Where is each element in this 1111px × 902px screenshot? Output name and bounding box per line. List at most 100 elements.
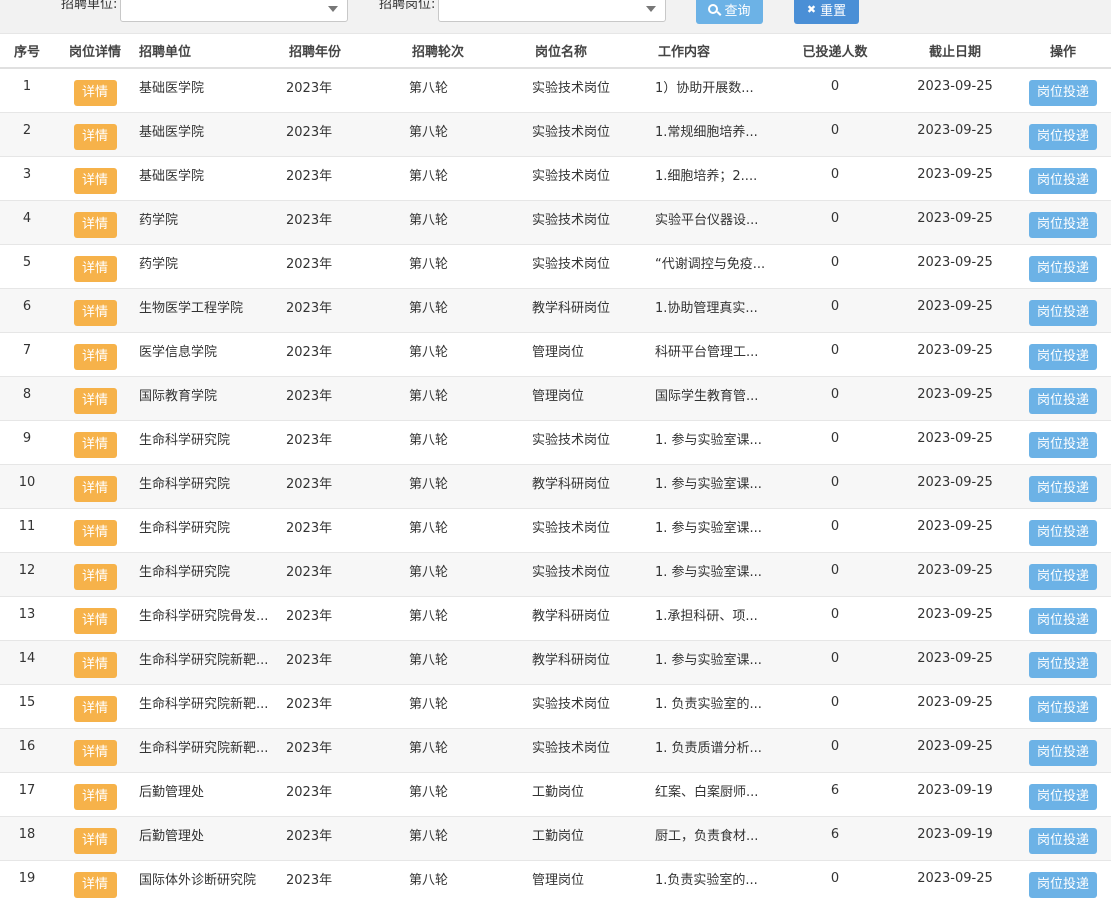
apply-cell: 岗位投递	[1015, 255, 1111, 282]
row-idx: 1	[22, 79, 32, 94]
apply-button[interactable]: 岗位投递	[1029, 475, 1097, 502]
row-idx: 19	[18, 871, 36, 886]
row-count: 0	[830, 123, 840, 138]
detail-button[interactable]: 详情	[73, 79, 117, 106]
apply-button[interactable]: 岗位投递	[1029, 519, 1097, 546]
row-post: 实验技术岗位	[532, 741, 611, 756]
detail-button[interactable]: 详情	[73, 123, 117, 150]
row-content: 1.细胞培养；2....	[655, 169, 758, 184]
row-unit: 生命科学研究院新靶...	[139, 653, 269, 668]
apply-button[interactable]: 岗位投递	[1029, 79, 1097, 106]
apply-button[interactable]: 岗位投递	[1029, 783, 1097, 810]
row-unit: 生命科学研究院	[139, 565, 231, 580]
row-unit: 药学院	[139, 257, 179, 272]
detail-cell: 详情	[54, 387, 136, 414]
row-deadline: 2023-09-25	[917, 563, 993, 578]
detail-button[interactable]: 详情	[73, 783, 117, 810]
detail-button[interactable]: 详情	[73, 519, 117, 546]
post-filter-select[interactable]	[438, 0, 666, 22]
header-idx: 序号	[13, 45, 40, 60]
detail-button[interactable]: 详情	[73, 167, 117, 194]
table-row: 6 详情 生物医学工程学院 2023年 第八轮 教学科研岗位 1.协助管理真实... 0 202…	[0, 289, 1111, 333]
row-content: 1.承担科研、项...	[655, 609, 758, 624]
table-row: 10 详情 生命科学研究院 2023年 第八轮 教学科研岗位 1. 参与实验室课... 0 20…	[0, 465, 1111, 509]
row-content: 厨工，负责食材...	[655, 829, 759, 844]
unit-filter-select[interactable]	[120, 0, 348, 22]
detail-cell: 详情	[54, 607, 136, 634]
detail-button[interactable]: 详情	[73, 255, 117, 282]
chevron-down-icon	[328, 6, 338, 12]
apply-button[interactable]: 岗位投递	[1029, 695, 1097, 722]
apply-button[interactable]: 岗位投递	[1029, 431, 1097, 458]
apply-cell: 岗位投递	[1015, 519, 1111, 546]
row-deadline: 2023-09-25	[917, 79, 993, 94]
apply-cell: 岗位投递	[1015, 79, 1111, 106]
reset-button[interactable]: ✖ 重置	[794, 0, 859, 24]
apply-button[interactable]: 岗位投递	[1029, 343, 1097, 370]
detail-button[interactable]: 详情	[73, 475, 117, 502]
row-count: 6	[830, 827, 840, 842]
row-content: 1. 参与实验室课...	[655, 521, 762, 536]
row-idx: 12	[18, 563, 36, 578]
row-content: 1. 参与实验室课...	[655, 477, 762, 492]
row-count: 0	[830, 519, 840, 534]
detail-button[interactable]: 详情	[73, 739, 117, 766]
search-button[interactable]: 查询	[696, 0, 763, 24]
row-deadline: 2023-09-25	[917, 343, 993, 358]
detail-button[interactable]: 详情	[73, 211, 117, 238]
row-unit: 生物医学工程学院	[139, 301, 244, 316]
apply-button[interactable]: 岗位投递	[1029, 255, 1097, 282]
row-count: 0	[830, 387, 840, 402]
apply-cell: 岗位投递	[1015, 827, 1111, 854]
apply-button[interactable]: 岗位投递	[1029, 123, 1097, 150]
detail-cell: 详情	[54, 739, 136, 766]
row-idx: 16	[18, 739, 36, 754]
row-post: 实验技术岗位	[532, 81, 611, 96]
chevron-down-icon	[646, 6, 656, 12]
apply-button[interactable]: 岗位投递	[1029, 299, 1097, 326]
detail-button[interactable]: 详情	[73, 299, 117, 326]
row-idx: 2	[22, 123, 32, 138]
apply-button[interactable]: 岗位投递	[1029, 387, 1097, 414]
detail-button[interactable]: 详情	[73, 651, 117, 678]
row-deadline: 2023-09-25	[917, 167, 993, 182]
row-post: 工勤岗位	[532, 785, 585, 800]
row-idx: 15	[18, 695, 36, 710]
apply-button[interactable]: 岗位投递	[1029, 563, 1097, 590]
apply-button[interactable]: 岗位投递	[1029, 607, 1097, 634]
detail-button[interactable]: 详情	[73, 431, 117, 458]
table-header: 序号 岗位详情 招聘单位 招聘年份 招聘轮次 岗位名称 工作内容 已投递人数 截…	[0, 34, 1111, 69]
detail-button[interactable]: 详情	[73, 871, 117, 898]
apply-button[interactable]: 岗位投递	[1029, 651, 1097, 678]
row-post: 实验技术岗位	[532, 257, 611, 272]
row-round: 第八轮	[409, 81, 449, 96]
row-unit: 医学信息学院	[139, 345, 218, 360]
row-count: 0	[830, 299, 840, 314]
row-content: 1.常规细胞培养...	[655, 125, 758, 140]
row-count: 0	[830, 695, 840, 710]
row-deadline: 2023-09-25	[917, 431, 993, 446]
detail-button[interactable]: 详情	[73, 387, 117, 414]
detail-button[interactable]: 详情	[73, 827, 117, 854]
post-filter-label: 招聘岗位:	[379, 0, 436, 12]
row-post: 实验技术岗位	[532, 565, 611, 580]
detail-button[interactable]: 详情	[73, 607, 117, 634]
detail-button[interactable]: 详情	[73, 343, 117, 370]
apply-cell: 岗位投递	[1015, 739, 1111, 766]
row-idx: 18	[18, 827, 36, 842]
apply-button[interactable]: 岗位投递	[1029, 211, 1097, 238]
apply-cell: 岗位投递	[1015, 167, 1111, 194]
apply-button[interactable]: 岗位投递	[1029, 167, 1097, 194]
row-round: 第八轮	[409, 565, 449, 580]
apply-button[interactable]: 岗位投递	[1029, 739, 1097, 766]
row-deadline: 2023-09-25	[917, 519, 993, 534]
row-deadline: 2023-09-25	[917, 387, 993, 402]
detail-button[interactable]: 详情	[73, 563, 117, 590]
detail-button[interactable]: 详情	[73, 695, 117, 722]
row-round: 第八轮	[409, 653, 449, 668]
apply-button[interactable]: 岗位投递	[1029, 827, 1097, 854]
row-post: 管理岗位	[532, 873, 585, 888]
apply-button[interactable]: 岗位投递	[1029, 871, 1097, 898]
row-unit: 药学院	[139, 213, 179, 228]
apply-cell: 岗位投递	[1015, 299, 1111, 326]
